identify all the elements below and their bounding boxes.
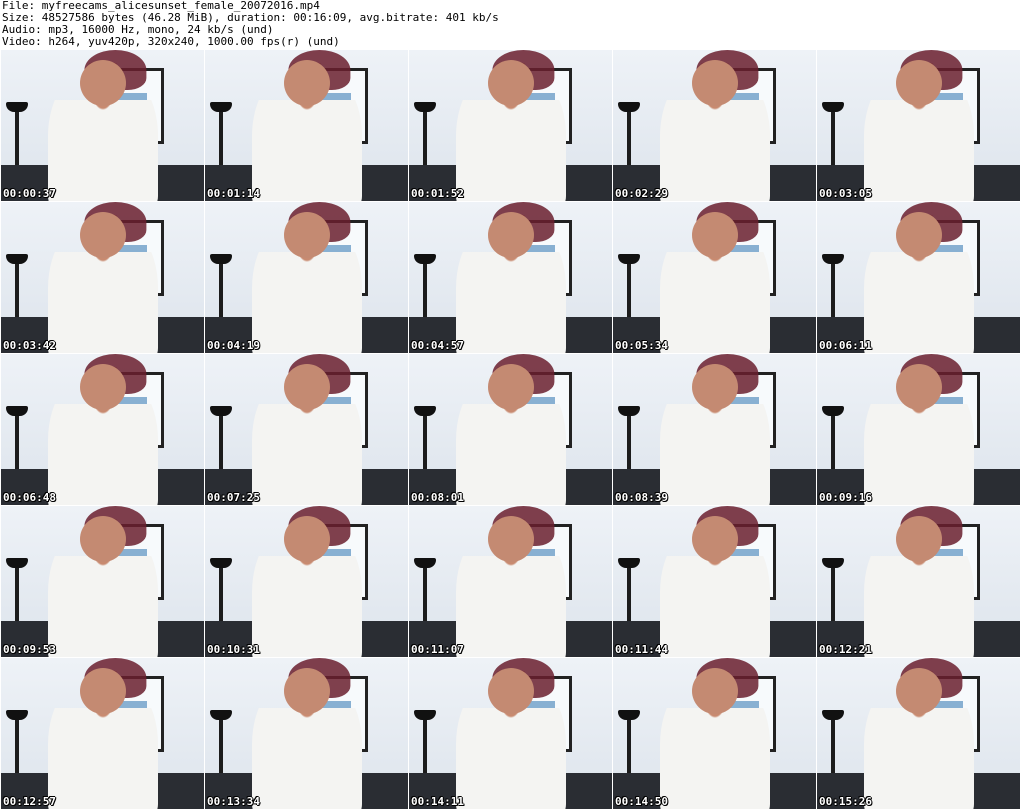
frame-timestamp: 00:10:31 [207, 643, 260, 656]
face [691, 516, 738, 562]
frame-timestamp: 00:08:39 [615, 491, 668, 504]
face [283, 668, 330, 714]
frame-timestamp: 00:04:19 [207, 339, 260, 352]
frame-timestamp: 00:11:44 [615, 643, 668, 656]
face [691, 60, 738, 106]
face [895, 364, 942, 410]
thumbnail-grid: 00:00:37 00:01:14 00:01:52 00:02:29 00:03:05… [1, 50, 1020, 809]
face [487, 60, 534, 106]
frame-timestamp: 00:08:01 [411, 491, 464, 504]
video-frame-thumbnail: 00:11:07 [409, 506, 612, 657]
frame-timestamp: 00:13:34 [207, 795, 260, 808]
video-frame-thumbnail: 00:01:14 [205, 50, 408, 201]
face [79, 364, 126, 410]
frame-timestamp: 00:09:16 [819, 491, 872, 504]
face [691, 668, 738, 714]
video-frame-thumbnail: 00:09:16 [817, 354, 1020, 505]
video-frame-thumbnail: 00:03:42 [1, 202, 204, 353]
frame-timestamp: 00:12:21 [819, 643, 872, 656]
face [895, 212, 942, 258]
frame-timestamp: 00:15:26 [819, 795, 872, 808]
face [895, 60, 942, 106]
frame-timestamp: 00:03:05 [819, 187, 872, 200]
face [283, 364, 330, 410]
frame-timestamp: 00:06:48 [3, 491, 56, 504]
video-frame-thumbnail: 00:03:05 [817, 50, 1020, 201]
face [691, 212, 738, 258]
video-frame-thumbnail: 00:02:29 [613, 50, 816, 201]
frame-timestamp: 00:14:11 [411, 795, 464, 808]
video-frame-thumbnail: 00:11:44 [613, 506, 816, 657]
face [487, 364, 534, 410]
video-frame-thumbnail: 00:01:52 [409, 50, 612, 201]
face [283, 516, 330, 562]
video-frame-thumbnail: 00:06:11 [817, 202, 1020, 353]
frame-timestamp: 00:01:52 [411, 187, 464, 200]
face [487, 668, 534, 714]
face [79, 516, 126, 562]
face [79, 212, 126, 258]
face [79, 668, 126, 714]
frame-timestamp: 00:01:14 [207, 187, 260, 200]
face [895, 668, 942, 714]
frame-timestamp: 00:06:11 [819, 339, 872, 352]
video-frame-thumbnail: 00:12:21 [817, 506, 1020, 657]
video-frame-thumbnail: 00:12:57 [1, 658, 204, 809]
face [487, 516, 534, 562]
frame-timestamp: 00:05:34 [615, 339, 668, 352]
video-frame-thumbnail: 00:08:01 [409, 354, 612, 505]
frame-timestamp: 00:03:42 [3, 339, 56, 352]
video-frame-thumbnail: 00:15:26 [817, 658, 1020, 809]
video-frame-thumbnail: 00:14:50 [613, 658, 816, 809]
file-info-header: File: myfreecams_alicesunset_female_2007… [2, 0, 1022, 50]
video-frame-thumbnail: 00:05:34 [613, 202, 816, 353]
video-frame-thumbnail: 00:10:31 [205, 506, 408, 657]
face [283, 212, 330, 258]
frame-timestamp: 00:02:29 [615, 187, 668, 200]
video-frame-thumbnail: 00:13:34 [205, 658, 408, 809]
face [487, 212, 534, 258]
video-frame-thumbnail: 00:08:39 [613, 354, 816, 505]
frame-timestamp: 00:14:50 [615, 795, 668, 808]
frame-timestamp: 00:11:07 [411, 643, 464, 656]
video-frame-thumbnail: 00:06:48 [1, 354, 204, 505]
face [79, 60, 126, 106]
face [691, 364, 738, 410]
video-frame-thumbnail: 00:04:57 [409, 202, 612, 353]
video-frame-thumbnail: 00:04:19 [205, 202, 408, 353]
frame-timestamp: 00:07:25 [207, 491, 260, 504]
frame-timestamp: 00:12:57 [3, 795, 56, 808]
frame-timestamp: 00:00:37 [3, 187, 56, 200]
frame-timestamp: 00:04:57 [411, 339, 464, 352]
video-frame-thumbnail: 00:07:25 [205, 354, 408, 505]
video-frame-thumbnail: 00:14:11 [409, 658, 612, 809]
video-frame-thumbnail: 00:09:53 [1, 506, 204, 657]
face [283, 60, 330, 106]
face [895, 516, 942, 562]
video-frame-thumbnail: 00:00:37 [1, 50, 204, 201]
video-info-line: Video: h264, yuv420p, 320x240, 1000.00 f… [2, 35, 340, 48]
frame-timestamp: 00:09:53 [3, 643, 56, 656]
